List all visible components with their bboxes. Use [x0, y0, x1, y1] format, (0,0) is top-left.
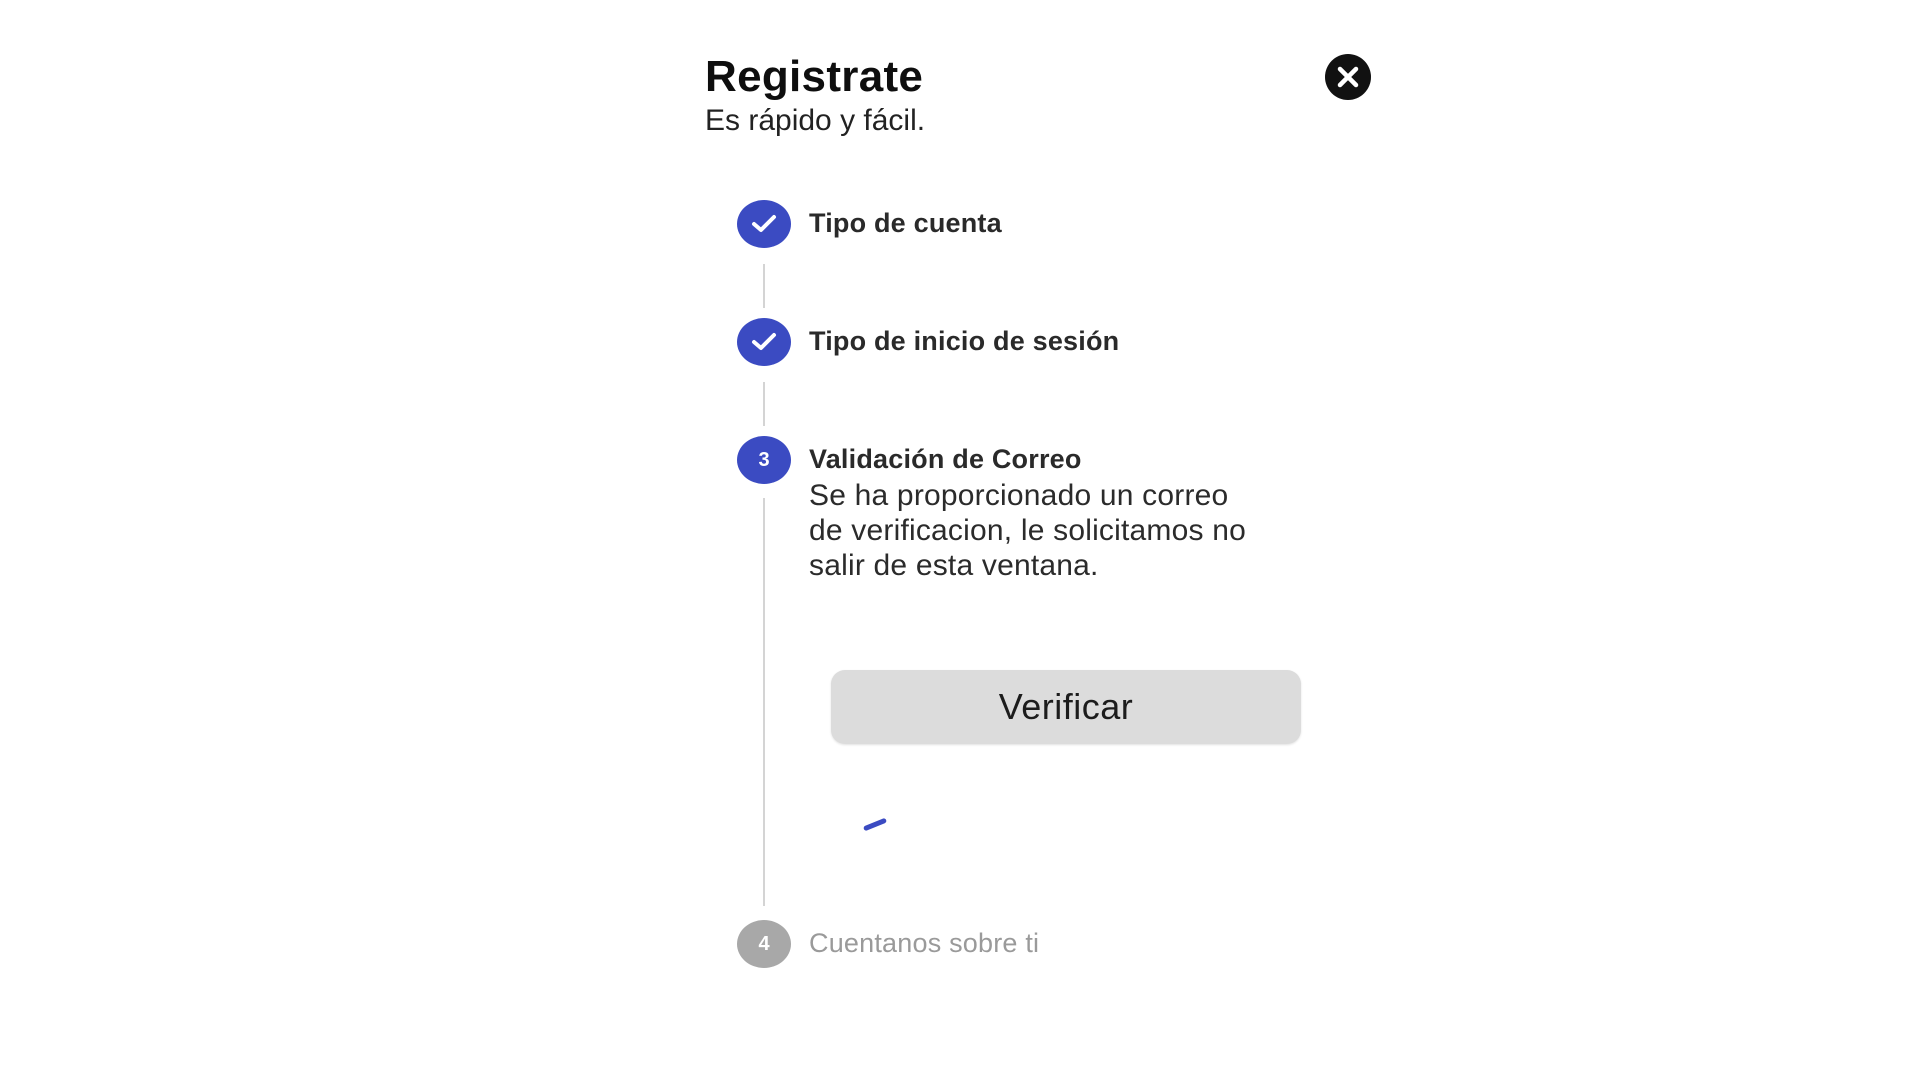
step-3-number: 3: [737, 436, 791, 484]
step-connector: [763, 382, 765, 426]
step-3-description: Se ha proporcionado un correo de verific…: [809, 479, 1246, 582]
step-1-label: Tipo de cuenta: [809, 208, 1002, 238]
dialog-subtitle: Es rápido y fácil.: [705, 104, 926, 137]
step-connector: [763, 264, 765, 308]
step-4-number: 4: [737, 920, 791, 968]
step-connector: [763, 498, 765, 906]
dialog-title: Registrate: [705, 52, 924, 101]
close-icon[interactable]: [1325, 54, 1371, 100]
verify-button[interactable]: Verificar: [831, 670, 1301, 744]
step-1-check-icon: [737, 200, 791, 248]
step-4-label: Cuentanos sobre ti: [809, 928, 1040, 958]
step-2-check-icon: [737, 318, 791, 366]
step-2-label: Tipo de inicio de sesión: [809, 326, 1120, 356]
step-3-label: Validación de Correo: [809, 444, 1082, 474]
registration-dialog: Registrate Es rápido y fácil. Tipo de cu…: [705, 40, 1385, 1000]
loading-spinner-icon: [862, 817, 888, 832]
